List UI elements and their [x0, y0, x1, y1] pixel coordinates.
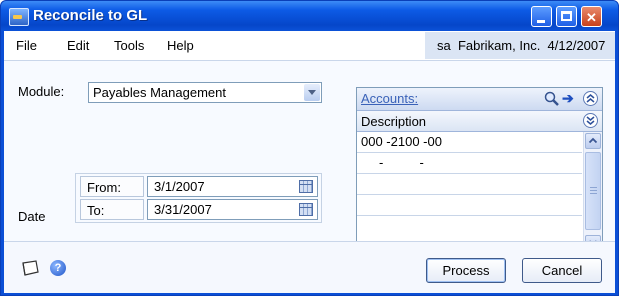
- reconcile-window: Reconcile to GL ✕ File Edit Tools Help s…: [0, 0, 619, 296]
- menu-tools[interactable]: Tools: [114, 38, 144, 53]
- list-item[interactable]: [357, 174, 582, 195]
- to-date-field[interactable]: 3/31/2007: [147, 199, 318, 220]
- calendar-icon[interactable]: [299, 203, 313, 216]
- chevron-down-icon[interactable]: [304, 84, 320, 101]
- accounts-panel: Accounts: ➔ Description 000 -2100 -00 - …: [356, 87, 603, 255]
- close-icon: ✕: [586, 10, 597, 25]
- scroll-up-button[interactable]: [585, 133, 601, 149]
- help-icon[interactable]: ?: [50, 260, 66, 276]
- window-title: Reconcile to GL: [33, 7, 148, 24]
- to-date-value: 3/31/2007: [154, 202, 212, 217]
- account-number: 000 -2100 -00: [361, 134, 442, 149]
- module-select[interactable]: Payables Management: [88, 82, 322, 103]
- maximize-icon: [561, 11, 572, 21]
- go-arrow-icon[interactable]: ➔: [562, 90, 574, 107]
- calendar-icon[interactable]: [299, 180, 313, 193]
- menu-help[interactable]: Help: [167, 38, 194, 53]
- date-range-group: From: 3/1/2007 To: 3/31/2007: [75, 173, 322, 223]
- grip-line: [590, 193, 597, 194]
- note-icon[interactable]: [20, 260, 40, 276]
- from-label: From:: [80, 176, 144, 197]
- to-label: To:: [80, 199, 144, 220]
- from-date-field[interactable]: 3/1/2007: [147, 176, 318, 197]
- date-label: Date: [18, 209, 46, 224]
- list-item[interactable]: 000 -2100 -00: [357, 132, 582, 153]
- expand-icon[interactable]: [583, 113, 598, 128]
- process-button[interactable]: Process: [426, 258, 506, 283]
- footer-bar: ? Process Cancel: [4, 241, 615, 293]
- list-item[interactable]: - -: [357, 153, 582, 174]
- accounts-header: Accounts: ➔: [357, 88, 602, 111]
- menu-bar: File Edit Tools Help sa Fabrikam, Inc. 4…: [4, 31, 615, 61]
- close-button[interactable]: ✕: [581, 6, 602, 27]
- chevron-up-icon: [588, 137, 598, 144]
- from-date-value: 3/1/2007: [154, 179, 205, 194]
- cancel-button[interactable]: Cancel: [522, 258, 602, 283]
- grip-line: [590, 187, 597, 188]
- account-number: - -: [361, 155, 424, 170]
- grip-line: [590, 190, 597, 191]
- description-column-header: Description: [357, 111, 602, 132]
- title-bar[interactable]: Reconcile to GL ✕: [1, 1, 618, 31]
- company-info: sa Fabrikam, Inc. 4/12/2007: [425, 32, 615, 59]
- minimize-icon: [537, 20, 545, 23]
- scroll-thumb[interactable]: [585, 152, 601, 230]
- menu-file[interactable]: File: [16, 38, 37, 53]
- window-client: File Edit Tools Help sa Fabrikam, Inc. 4…: [4, 31, 615, 293]
- company-info-text: sa Fabrikam, Inc. 4/12/2007: [437, 38, 606, 53]
- list-item[interactable]: [357, 195, 582, 216]
- menu-edit[interactable]: Edit: [67, 38, 89, 53]
- module-select-value: Payables Management: [93, 85, 226, 100]
- accounts-scrollbar[interactable]: [583, 132, 602, 253]
- minimize-button[interactable]: [531, 6, 552, 27]
- accounts-link[interactable]: Accounts:: [361, 91, 418, 106]
- app-icon: [9, 8, 29, 26]
- collapse-icon[interactable]: [583, 91, 598, 106]
- description-header-label: Description: [361, 114, 427, 129]
- main-area: Module: Payables Management Date From: 3…: [4, 61, 615, 255]
- module-label: Module:: [18, 84, 65, 99]
- magnifier-icon[interactable]: [544, 91, 559, 106]
- maximize-button[interactable]: [556, 6, 577, 27]
